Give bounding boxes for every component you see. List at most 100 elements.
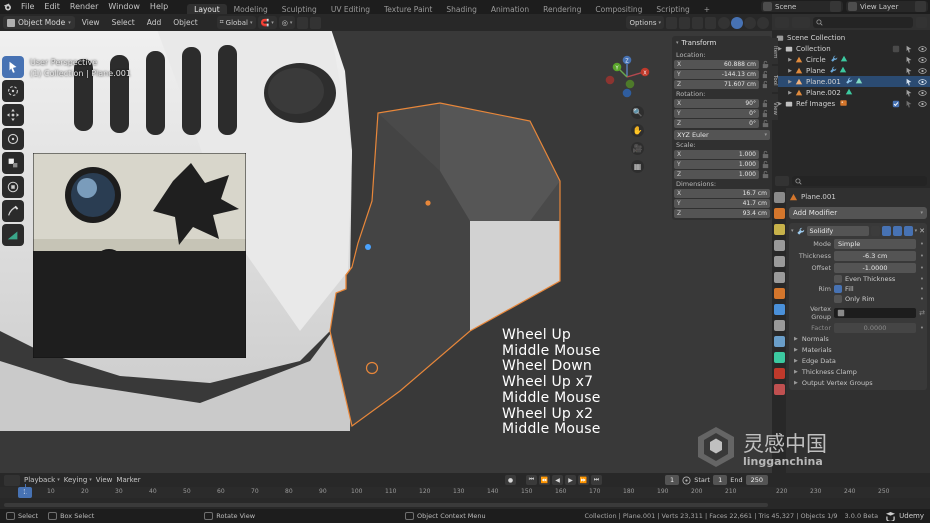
snap-magnet-toggle[interactable]: 🧲 ▾ bbox=[257, 16, 277, 29]
cursor-select-icon[interactable] bbox=[905, 56, 913, 64]
menu-edit[interactable]: Edit bbox=[39, 0, 65, 14]
eye-icon[interactable] bbox=[918, 100, 927, 108]
dimension-y-field[interactable]: Y 41.7 cm bbox=[674, 199, 770, 208]
outliner-row-collection[interactable]: ▶ Collection bbox=[772, 43, 930, 54]
invert-vertex-group-icon[interactable]: ⇄ bbox=[919, 309, 925, 317]
modifier-name-field[interactable]: Solidify bbox=[806, 226, 869, 236]
even-thickness-checkbox[interactable] bbox=[834, 275, 842, 283]
eye-icon[interactable] bbox=[918, 67, 927, 75]
outliner-display-mode-dropdown[interactable] bbox=[792, 16, 810, 28]
eye-icon[interactable] bbox=[918, 89, 927, 97]
tab-object-data-icon[interactable] bbox=[773, 352, 785, 363]
jump-to-end-icon[interactable]: ⏭ bbox=[591, 475, 602, 485]
location-z-field[interactable]: Z 71.607 cm bbox=[674, 80, 759, 89]
lock-icon[interactable] bbox=[761, 119, 770, 128]
viewport-options-dropdown[interactable]: Options ▾ bbox=[626, 16, 664, 29]
outliner-row-plane-002[interactable]: ▶ Plane.002 bbox=[772, 87, 930, 98]
modifier-mode-dropdown[interactable]: Simple bbox=[834, 239, 916, 249]
gizmo-toggle-button[interactable] bbox=[679, 16, 690, 29]
menu-window[interactable]: Window bbox=[103, 0, 145, 14]
play-icon[interactable]: ▶ bbox=[565, 475, 576, 485]
timeline-ruler[interactable]: 10 20 30 40 50 60 70 80 90 100 110 120 1… bbox=[0, 487, 772, 498]
scale-y-field[interactable]: Y 1.000 bbox=[674, 160, 759, 169]
wireframe-shading-icon[interactable] bbox=[718, 16, 730, 29]
viewport-menu-object[interactable]: Object bbox=[168, 16, 202, 29]
pivot-point-button[interactable] bbox=[297, 16, 309, 29]
npanel-tab-item[interactable]: Item bbox=[767, 38, 778, 64]
viewlayer-selector[interactable]: View Layer bbox=[846, 1, 928, 12]
dimension-x-field[interactable]: X 16.7 cm bbox=[674, 189, 770, 198]
section-thickness-clamp[interactable]: ▶ Thickness Clamp bbox=[791, 366, 925, 377]
modifier-offset-field[interactable]: -1.0000 bbox=[834, 263, 916, 273]
section-output-vertex-groups[interactable]: ▶ Output Vertex Groups bbox=[791, 377, 925, 388]
transform-tool[interactable] bbox=[2, 176, 24, 198]
tab-output-icon[interactable] bbox=[773, 224, 785, 235]
annotate-tool[interactable] bbox=[2, 200, 24, 222]
animate-property-dot-icon[interactable]: • bbox=[919, 324, 925, 332]
outliner-row-plane-001[interactable]: ▶ Plane.001 bbox=[772, 76, 930, 87]
location-x-field[interactable]: X 60.888 cm bbox=[674, 60, 759, 69]
new-scene-icon[interactable] bbox=[830, 1, 841, 12]
tab-world-icon[interactable] bbox=[773, 272, 785, 283]
disclosure-triangle-icon[interactable]: ▾ bbox=[791, 228, 794, 234]
tab-tool-icon[interactable] bbox=[773, 192, 785, 203]
rotate-tool[interactable] bbox=[2, 128, 24, 150]
outliner-row-circle[interactable]: ▶ Circle bbox=[772, 54, 930, 65]
checkbox-icon[interactable] bbox=[892, 45, 900, 53]
timeline-menu-marker[interactable]: Marker bbox=[116, 476, 140, 484]
cursor-select-icon[interactable] bbox=[905, 89, 913, 97]
rotation-x-field[interactable]: X 90° bbox=[674, 99, 759, 108]
disclosure-triangle-icon[interactable]: ▶ bbox=[786, 68, 794, 74]
outliner-filter-icon[interactable] bbox=[916, 16, 927, 28]
tab-view-layer-icon[interactable] bbox=[773, 240, 785, 251]
outliner-row-ref-images[interactable]: ▶ Ref Images bbox=[772, 98, 930, 109]
modifier-extras-dropdown-icon[interactable]: ▾ bbox=[915, 228, 918, 234]
next-keyframe-icon[interactable]: ⏩ bbox=[578, 475, 589, 485]
cursor-select-icon[interactable] bbox=[905, 100, 913, 108]
scale-z-field[interactable]: Z 1.000 bbox=[674, 170, 759, 179]
solid-shading-icon[interactable] bbox=[731, 16, 743, 29]
timeline-ruler-right[interactable]: 220 230 240 250 bbox=[772, 487, 930, 498]
animate-property-dot-icon[interactable]: • bbox=[919, 295, 925, 303]
cursor-select-icon[interactable] bbox=[905, 78, 913, 86]
scene-selector[interactable]: Scene bbox=[761, 1, 843, 12]
properties-search-field[interactable] bbox=[792, 176, 927, 186]
modifier-on-cage-icon[interactable] bbox=[870, 226, 880, 236]
only-rim-checkbox[interactable] bbox=[834, 295, 842, 303]
lock-icon[interactable] bbox=[761, 150, 770, 159]
3d-viewport[interactable]: User Perspective (1) Collection | Plane.… bbox=[0, 31, 772, 473]
outliner-editor-type-icon[interactable] bbox=[775, 16, 789, 28]
cursor-tool[interactable] bbox=[2, 80, 24, 102]
measure-tool[interactable] bbox=[2, 224, 24, 246]
overlays-toggle-button[interactable] bbox=[692, 16, 703, 29]
viewport-menu-add[interactable]: Add bbox=[142, 16, 167, 29]
outliner-row-plane[interactable]: ▶ Plane bbox=[772, 65, 930, 76]
eye-icon[interactable] bbox=[918, 45, 927, 53]
section-materials[interactable]: ▶ Materials bbox=[791, 344, 925, 355]
timeline-menu-playback[interactable]: Playback ▾ bbox=[24, 476, 60, 484]
rotation-mode-dropdown[interactable]: XYZ Euler ▾ bbox=[674, 130, 770, 140]
animate-property-dot-icon[interactable]: • bbox=[919, 240, 925, 248]
modifier-realtime-icon[interactable] bbox=[892, 226, 902, 236]
location-y-field[interactable]: Y -144.13 cm bbox=[674, 70, 759, 79]
tab-object-icon[interactable] bbox=[773, 288, 785, 299]
rim-fill-checkbox[interactable] bbox=[834, 285, 842, 293]
outliner-row-scene-collection[interactable]: Scene Collection bbox=[772, 32, 930, 43]
rotation-y-field[interactable]: Y 0° bbox=[674, 109, 759, 118]
disclosure-triangle-icon[interactable]: ▶ bbox=[786, 90, 794, 96]
menu-file[interactable]: File bbox=[16, 0, 39, 14]
npanel-tab-view[interactable]: View bbox=[767, 94, 778, 120]
scale-tool[interactable] bbox=[2, 152, 24, 174]
vertex-group-field[interactable] bbox=[834, 308, 916, 318]
snap-target-button[interactable] bbox=[310, 16, 322, 29]
disclosure-triangle-icon[interactable]: ▶ bbox=[786, 57, 794, 63]
viewport-menu-select[interactable]: Select bbox=[107, 16, 140, 29]
cursor-select-icon[interactable] bbox=[905, 45, 913, 53]
transform-orientation-dropdown[interactable]: ⌗ Global ▾ bbox=[216, 16, 256, 29]
eye-icon[interactable] bbox=[918, 78, 927, 86]
auto-key-icon[interactable] bbox=[682, 475, 691, 485]
tab-render-icon[interactable] bbox=[773, 208, 785, 219]
tab-material-icon[interactable] bbox=[773, 368, 785, 379]
rendered-shading-icon[interactable] bbox=[757, 16, 769, 29]
lock-icon[interactable] bbox=[761, 170, 770, 179]
